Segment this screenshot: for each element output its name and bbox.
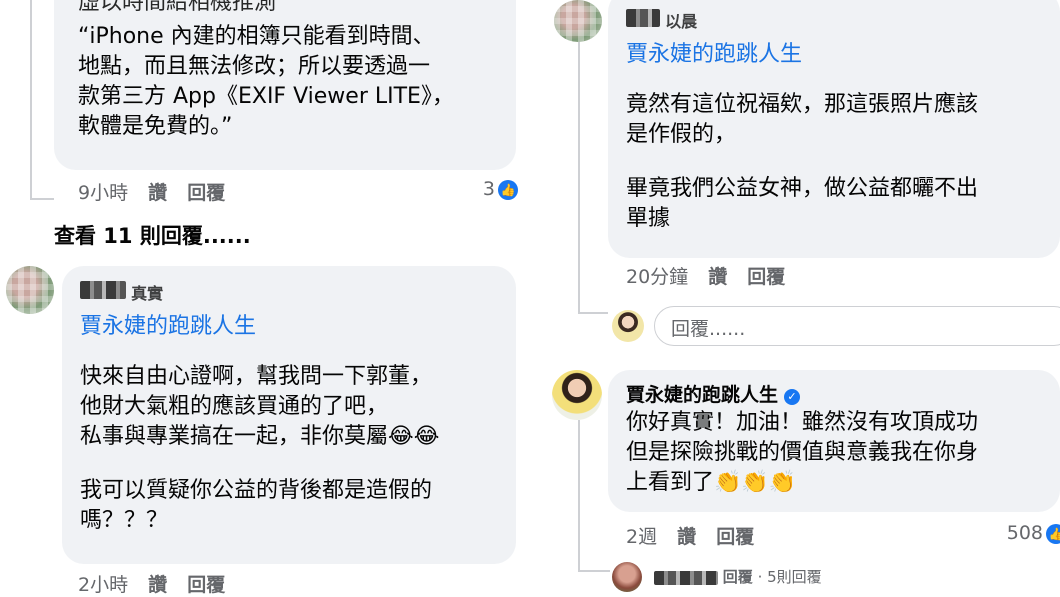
page-avatar[interactable] [552, 370, 602, 420]
comment-actions: 20分鐘 讚 回覆 [626, 262, 785, 288]
comment-bubble: 賈永婕的跑跳人生 ✓ 你好真實！加油！雖然沒有攻頂成功 但是探險挑戰的價值與意義我… [608, 370, 1060, 512]
thread-line-elbow [578, 570, 610, 572]
comment-bubble: 虛以時間給相機推測 “iPhone 內建的相簿只能看到時間、 地點，而且無法修改… [54, 0, 516, 170]
comment-text-line: 畢竟我們公益女神，做公益都曬不出 [626, 176, 979, 201]
comment-time[interactable]: 2週 [626, 526, 657, 548]
comment-text-line: 上看到了👏👏👏 [626, 470, 797, 495]
thumbs-up-icon: 👍 [498, 179, 518, 200]
comment-text-line: 但是探險挑戰的價值與意義我在你身 [626, 440, 979, 465]
thread-line-elbow [578, 312, 608, 314]
comment-text-line: 竟然有這位祝福欸，那這張照片應該 [626, 92, 979, 117]
reply-link[interactable]: 回覆 [716, 526, 754, 548]
replier-name-blurred [654, 570, 718, 585]
like-link[interactable]: 讚 [148, 182, 167, 204]
avatar[interactable] [6, 266, 54, 314]
tagged-page-link[interactable]: 賈永婕的跑跳人生 [626, 36, 1042, 68]
my-avatar [612, 310, 644, 342]
comment-text-line: 是作假的， [626, 122, 737, 147]
comment-text-line: “iPhone 內建的相簿只能看到時間、 [78, 24, 435, 49]
comment-actions: 2小時 讚 回覆 [78, 570, 225, 596]
thread-line [30, 0, 32, 200]
reply-input[interactable]: 回覆...... [654, 306, 1060, 346]
tagged-page-link[interactable]: 賈永婕的跑跳人生 [80, 308, 498, 340]
reply-link[interactable]: 回覆 [187, 182, 225, 204]
like-link[interactable]: 讚 [148, 574, 167, 596]
verified-badge-icon: ✓ [784, 388, 801, 405]
like-link[interactable]: 讚 [708, 266, 727, 288]
comment-text-line: 你好真實！加油！雖然沒有攻頂成功 [626, 410, 979, 435]
avatar [612, 562, 642, 592]
like-count: 3 👍 [483, 178, 518, 200]
reply-link[interactable]: 回覆 [747, 266, 785, 288]
author-name-row[interactable]: 賈永婕的跑跳人生 ✓ [626, 380, 1042, 408]
like-link[interactable]: 讚 [677, 526, 696, 548]
thumbs-up-icon: 👍 [1046, 523, 1060, 544]
commenter-name-row[interactable]: 真實 [80, 280, 498, 306]
comment-text-line: 他財大氣粗的應該買通的了吧， [80, 394, 389, 419]
replies-count[interactable]: · 5則回覆 [758, 568, 822, 586]
comment-bubble: 以晨 賈永婕的跑跳人生 竟然有這位祝福欸，那這張照片應該 是作假的， 畢竟我們公… [608, 0, 1060, 258]
comment-text-line: 嗎？？？ [80, 508, 169, 533]
like-count: 508 👍 [1007, 522, 1060, 544]
comment-text-line: 我可以質疑你公益的背後都是造假的 [80, 478, 433, 503]
comment-time[interactable]: 9小時 [78, 182, 128, 204]
comment-text-line: 軟體是免費的。” [78, 114, 233, 139]
thread-line-elbow [30, 198, 54, 200]
avatar[interactable] [554, 0, 602, 42]
commenter-name[interactable]: 以晨 [665, 12, 697, 31]
view-more-replies[interactable]: 查看 11 則回覆...... [54, 220, 251, 250]
reply-link[interactable]: 回覆 [187, 574, 225, 596]
comment-text-line: 單據 [626, 206, 671, 231]
commenter-name-blurred [80, 281, 126, 299]
comment-text-line: 私事與專業搞在一起，非你莫屬😂😂 [80, 424, 440, 449]
commenter-name[interactable]: 真實 [131, 284, 163, 303]
like-count-value: 3 [482, 178, 495, 200]
comment-bubble: 真實 賈永婕的跑跳人生 快來自由心證啊，幫我問一下郭董， 他財大氣粗的應該買通的… [62, 266, 516, 564]
commenter-name-blurred [626, 9, 660, 27]
replies-summary[interactable]: 回覆 · 5則回覆 [654, 566, 822, 590]
comment-actions: 9小時 讚 回覆 3 👍 [78, 178, 518, 204]
author-name[interactable]: 賈永婕的跑跳人生 [626, 384, 778, 406]
reply-input-placeholder: 回覆...... [671, 318, 746, 340]
comment-text-line: 地點，而且無法修改；所以要透過一 [78, 54, 431, 79]
comment-time[interactable]: 20分鐘 [626, 266, 688, 288]
comment-text-line: 款第三方 App《EXIF Viewer LITE》， [78, 84, 454, 109]
comment-time[interactable]: 2小時 [78, 574, 128, 596]
thread-line [578, 40, 580, 314]
like-count-value: 508 [1006, 522, 1043, 544]
comment-actions: 2週 讚 回覆 508 👍 [626, 522, 1060, 550]
thread-line [578, 420, 580, 570]
comment-partial-line: 虛以時間給相機推測 [78, 0, 492, 12]
comment-text-line: 快來自由心證啊，幫我問一下郭董， [80, 364, 433, 389]
replies-summary-label[interactable]: 回覆 [723, 568, 753, 586]
commenter-name-row[interactable]: 以晨 [626, 8, 1042, 34]
